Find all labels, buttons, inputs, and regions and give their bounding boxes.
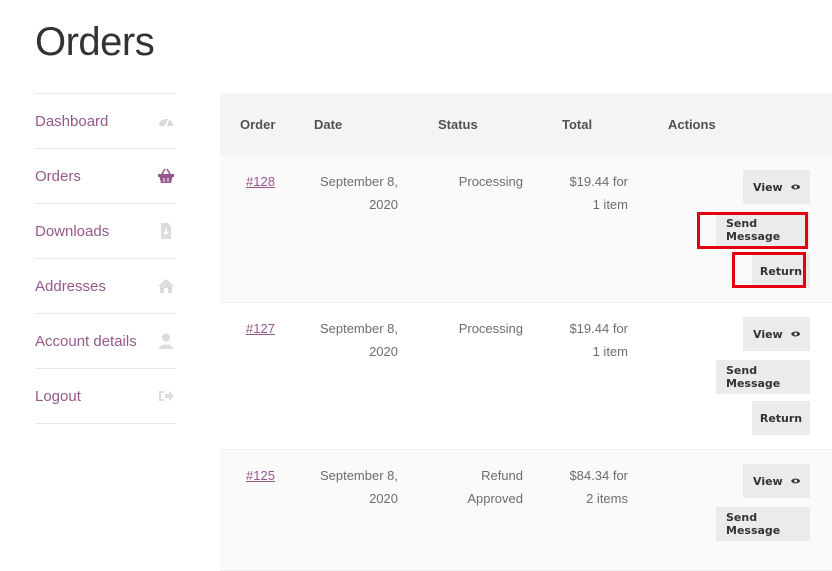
nav-label: Addresses [35, 277, 106, 295]
basket-icon [157, 167, 175, 185]
order-number-link[interactable]: #128 [246, 170, 275, 193]
dashboard-gauge-icon [157, 112, 175, 130]
column-header-status: Status [438, 117, 478, 132]
order-status: Processing [458, 174, 523, 189]
order-total: $84.34 for 2 items [569, 468, 628, 506]
order-status: Refund Approved [467, 468, 523, 506]
nav-label: Downloads [35, 222, 110, 240]
nav-label: Dashboard [35, 112, 109, 130]
order-date: September 8, 2020 [319, 174, 398, 212]
send-message-button[interactable]: Send Message [716, 507, 810, 541]
orders-table: Order Date Status Total Actions #128 Sep… [220, 93, 832, 571]
nav-label: Account details [35, 332, 137, 350]
order-total: $19.44 for 1 item [569, 321, 628, 359]
file-download-icon [157, 222, 175, 240]
nav-item-addresses[interactable]: Addresses [35, 259, 175, 314]
nav-item-orders[interactable]: Orders [35, 149, 175, 204]
highlight-box-send-message [697, 212, 808, 249]
table-row: #127 September 8, 2020 Processing $19.44… [220, 303, 832, 450]
home-icon [157, 277, 175, 295]
eye-icon [790, 478, 800, 484]
account-navigation: Dashboard Orders Downloads Addresses Acc… [35, 93, 175, 424]
nav-item-dashboard[interactable]: Dashboard [35, 94, 175, 149]
order-number-link[interactable]: #127 [246, 317, 275, 340]
nav-item-account-details[interactable]: Account details [35, 314, 175, 369]
eye-icon [790, 331, 800, 337]
column-header-actions: Actions [668, 117, 716, 132]
return-button[interactable]: Return [752, 401, 810, 435]
table-row: #125 September 8, 2020 Refund Approved $… [220, 450, 832, 571]
user-icon [157, 332, 175, 350]
order-status: Processing [458, 321, 523, 336]
view-button[interactable]: View [743, 464, 810, 498]
view-button[interactable]: View [743, 170, 810, 204]
column-header-date: Date [314, 117, 343, 132]
order-number-link[interactable]: #125 [246, 464, 275, 487]
nav-item-downloads[interactable]: Downloads [35, 204, 175, 259]
send-message-button[interactable]: Send Message [716, 360, 810, 394]
nav-label: Logout [35, 387, 81, 405]
eye-icon [790, 184, 800, 190]
page-title: Orders [35, 20, 155, 64]
order-date: September 8, 2020 [319, 468, 398, 506]
order-date: September 8, 2020 [319, 321, 398, 359]
order-total: $19.44 for 1 item [569, 174, 628, 212]
highlight-box-return [732, 252, 806, 288]
view-button[interactable]: View [743, 317, 810, 351]
table-header: Order Date Status Total Actions [220, 93, 832, 156]
column-header-order: Order [240, 117, 276, 132]
column-header-total: Total [562, 117, 593, 132]
sign-out-icon [157, 387, 175, 405]
nav-label: Orders [35, 167, 81, 185]
nav-item-logout[interactable]: Logout [35, 369, 175, 424]
